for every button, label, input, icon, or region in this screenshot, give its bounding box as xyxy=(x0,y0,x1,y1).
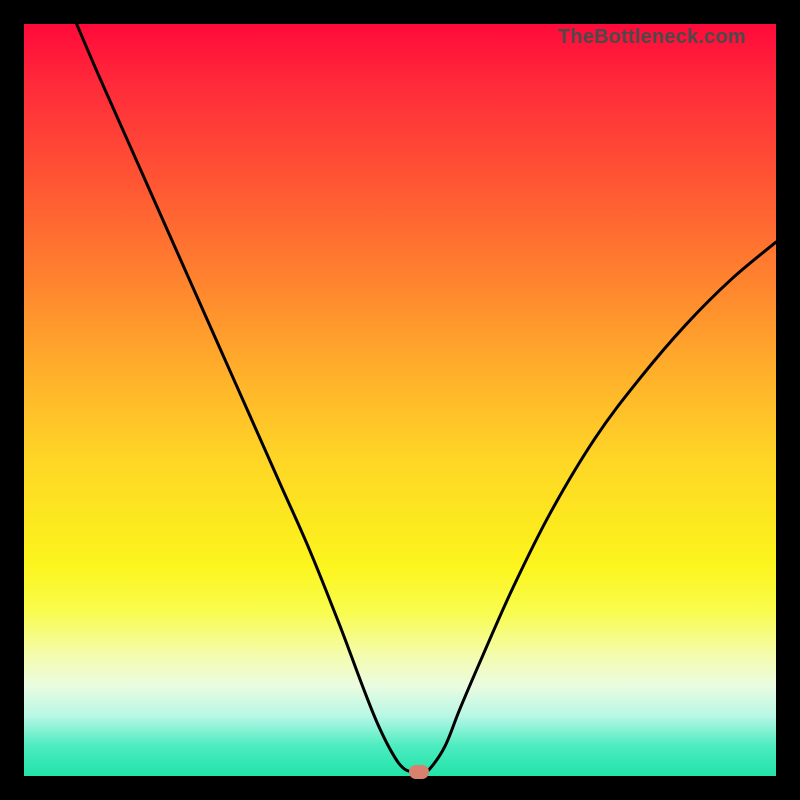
bottleneck-chart: TheBottleneck.com xyxy=(24,24,776,776)
optimal-point-marker xyxy=(409,765,429,779)
bottleneck-curve xyxy=(24,24,776,776)
